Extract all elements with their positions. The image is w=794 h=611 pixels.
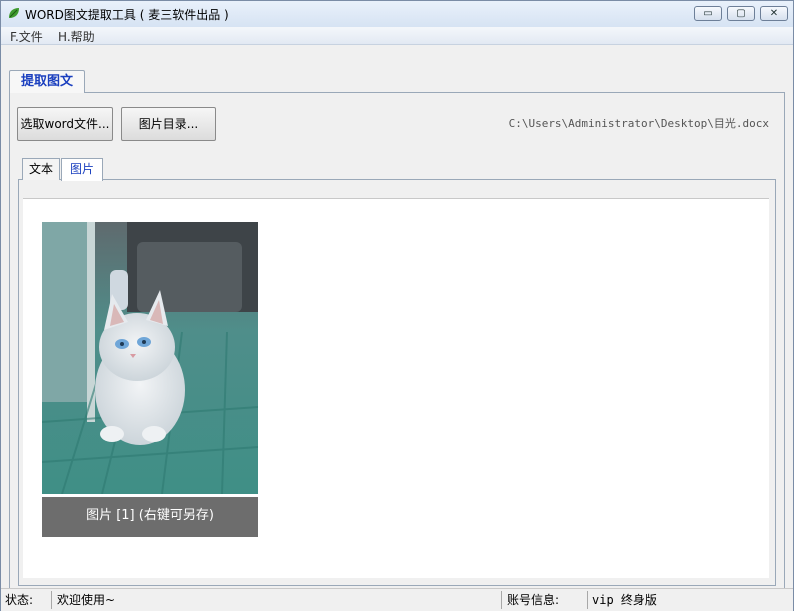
status-message: 欢迎使用~: [57, 593, 116, 607]
extracted-cat-image[interactable]: [42, 222, 258, 494]
maximize-button[interactable]: ▢: [727, 6, 755, 21]
select-word-file-button[interactable]: 选取word文件...: [17, 107, 113, 141]
tab-images[interactable]: 图片: [61, 158, 103, 181]
status-bar: 状态: 欢迎使用~ 账号信息: vip 终身版: [1, 588, 793, 611]
account-label: 账号信息:: [507, 593, 560, 607]
tab-text[interactable]: 文本: [22, 158, 60, 180]
maximize-icon: ▢: [736, 7, 746, 19]
menu-help[interactable]: H.帮助: [58, 28, 95, 45]
menu-file[interactable]: F.文件: [10, 28, 43, 45]
app-leaf-icon: [9, 8, 19, 18]
minimize-button[interactable]: ▭: [694, 6, 722, 21]
status-separator: [501, 591, 502, 609]
file-path-label: C:\Users\Administrator\Desktop\目光.docx: [508, 117, 769, 130]
image-directory-button[interactable]: 图片目录...: [121, 107, 216, 141]
window-title: WORD图文提取工具 ( 麦三软件出品 ): [25, 8, 229, 22]
title-bar[interactable]: WORD图文提取工具 ( 麦三软件出品 ) ▭ ▢ ✕: [1, 1, 793, 28]
close-icon: ✕: [769, 7, 779, 19]
minimize-icon: ▭: [703, 7, 713, 19]
status-label: 状态:: [5, 593, 34, 607]
app-window: WORD图文提取工具 ( 麦三软件出品 ) ▭ ▢ ✕ F.文件 H.帮助 提取…: [0, 0, 794, 611]
close-button[interactable]: ✕: [760, 6, 788, 21]
image-caption[interactable]: 图片 [1] (右键可另存): [42, 497, 258, 537]
account-value: vip 终身版: [592, 593, 657, 607]
status-separator: [51, 591, 52, 609]
tab-extract[interactable]: 提取图文: [9, 70, 85, 93]
menu-bar: F.文件 H.帮助: [1, 27, 793, 45]
status-separator: [587, 591, 588, 609]
tab-extract-label: 提取图文: [20, 74, 73, 89]
